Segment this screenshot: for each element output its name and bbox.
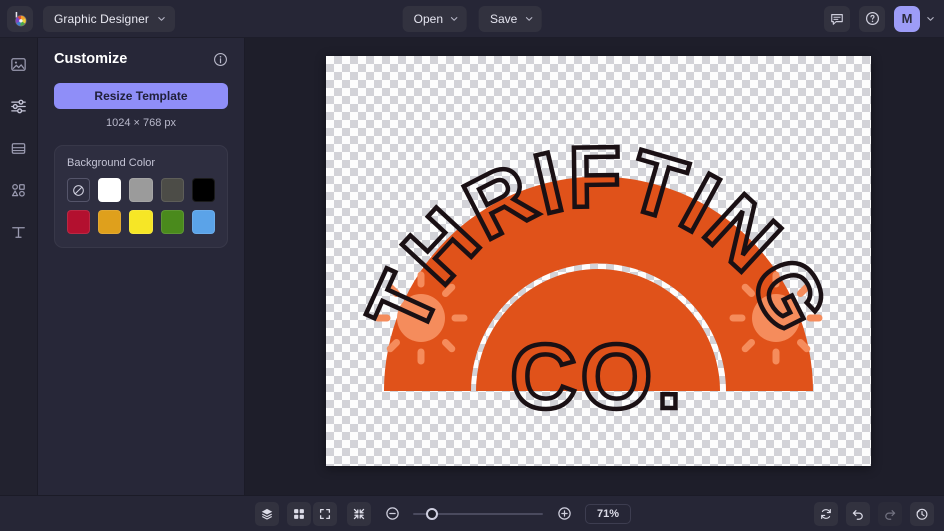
undo-button[interactable] (846, 502, 870, 526)
chevron-down-icon (926, 14, 935, 23)
reset-button[interactable] (814, 502, 838, 526)
history-icon (915, 507, 929, 521)
tool-rail (0, 38, 38, 495)
image-icon (9, 55, 28, 74)
artwork-thrifting-co[interactable]: THRIFTING CO. (326, 56, 871, 466)
swatch-row-1 (67, 178, 215, 202)
grid-icon (292, 507, 306, 521)
sidebar-item-adjust[interactable] (7, 94, 31, 118)
text-icon (9, 223, 28, 242)
panel-header: Customize (54, 51, 228, 67)
chevron-down-icon (157, 14, 166, 23)
fit-screen-icon (318, 507, 332, 521)
layers-icon (260, 507, 274, 521)
zoom-in-button[interactable] (553, 503, 575, 525)
reset-icon (819, 507, 833, 521)
no-color-icon (72, 184, 85, 197)
swatch-row-2 (67, 210, 215, 234)
colorwheel-logo-icon (11, 10, 29, 28)
main-body: Customize Resize Template 1024 × 768 px … (0, 38, 944, 495)
sidebar-item-image[interactable] (7, 52, 31, 76)
shrink-icon (352, 507, 366, 521)
canvas-stage[interactable]: THRIFTING CO. (245, 38, 944, 495)
help-button[interactable] (859, 6, 885, 32)
user-menu-button[interactable] (926, 14, 935, 23)
bottom-left-tools (255, 502, 311, 526)
template-dimensions: 1024 × 768 px (54, 117, 228, 129)
sidebar-item-text[interactable] (7, 220, 31, 244)
zoom-out-icon (385, 506, 400, 521)
swatch-crimson[interactable] (67, 210, 90, 234)
swatch-gray[interactable] (129, 178, 152, 202)
zoom-in-icon (557, 506, 572, 521)
center-text-co: CO. (510, 326, 686, 428)
file-menu-group: Open Save (403, 6, 542, 32)
swatch-dark-gray[interactable] (161, 178, 184, 202)
app-switcher[interactable]: Graphic Designer (43, 6, 175, 32)
history-controls (814, 502, 934, 526)
redo-button[interactable] (878, 502, 902, 526)
swatch-green[interactable] (161, 210, 184, 234)
zoom-out-button[interactable] (381, 503, 403, 525)
bottom-bar: 71% (0, 495, 944, 531)
adjustments-icon (9, 97, 28, 116)
top-bar-actions: M (824, 6, 935, 32)
chevron-down-icon (524, 14, 533, 23)
swatch-white[interactable] (98, 178, 121, 202)
zoom-slider-handle[interactable] (426, 508, 438, 520)
app-name-label: Graphic Designer (54, 12, 149, 26)
background-color-card: Background Color (54, 145, 228, 248)
undo-icon (851, 507, 865, 521)
user-avatar[interactable]: M (894, 6, 920, 32)
layers-button[interactable] (255, 502, 279, 526)
save-menu-button[interactable]: Save (479, 6, 541, 32)
fit-screen-button[interactable] (313, 502, 337, 526)
comment-button[interactable] (824, 6, 850, 32)
comment-icon (830, 12, 844, 26)
zoom-controls: 71% (313, 502, 631, 526)
zoom-slider[interactable] (413, 505, 543, 523)
swatch-black[interactable] (192, 178, 215, 202)
swatch-yellow[interactable] (129, 210, 152, 234)
shrink-button[interactable] (347, 502, 371, 526)
layout-icon (9, 139, 28, 158)
question-circle-icon (865, 11, 880, 26)
app-window: Graphic Designer Open Save (0, 0, 944, 531)
sidebar-item-layout[interactable] (7, 136, 31, 160)
chevron-down-icon (450, 14, 459, 23)
top-bar: Graphic Designer Open Save (0, 0, 944, 38)
page-title: Customize (54, 51, 127, 67)
swatch-transparent[interactable] (67, 178, 90, 202)
open-label: Open (414, 12, 443, 26)
app-logo-button[interactable] (7, 6, 33, 32)
zoom-level-value[interactable]: 71% (585, 504, 631, 524)
save-label: Save (490, 12, 517, 26)
swatch-blue[interactable] (192, 210, 215, 234)
swatch-amber[interactable] (98, 210, 121, 234)
open-menu-button[interactable]: Open (403, 6, 467, 32)
sidebar-item-elements[interactable] (7, 178, 31, 202)
history-button[interactable] (910, 502, 934, 526)
background-color-label: Background Color (67, 157, 215, 169)
grid-button[interactable] (287, 502, 311, 526)
shapes-icon (9, 181, 28, 200)
customize-panel: Customize Resize Template 1024 × 768 px … (38, 38, 245, 495)
design-canvas[interactable]: THRIFTING CO. (326, 56, 871, 466)
info-circle-icon[interactable] (213, 52, 228, 67)
redo-icon (883, 507, 897, 521)
resize-template-button[interactable]: Resize Template (54, 83, 228, 109)
